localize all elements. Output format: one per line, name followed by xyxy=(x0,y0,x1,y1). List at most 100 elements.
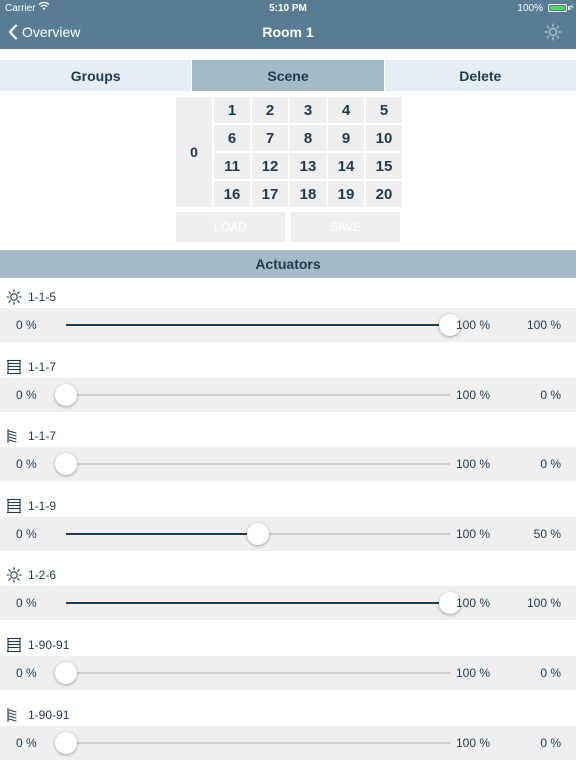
slider-track[interactable] xyxy=(55,383,450,406)
actuator-name: 1-90-91 xyxy=(28,638,70,652)
blind-icon xyxy=(6,498,22,514)
scene-button[interactable]: 14 xyxy=(328,153,364,179)
actuator-label: 1-1-7 xyxy=(6,427,56,445)
tab-delete[interactable]: Delete xyxy=(384,60,576,91)
save-button[interactable]: SAVE xyxy=(291,212,400,242)
actuator-item: 1-2-6 0 % 100 % 100 % xyxy=(0,558,576,628)
slat-icon xyxy=(6,428,22,444)
slider-max-label: 100 % xyxy=(456,457,491,472)
scene-button[interactable]: 15 xyxy=(366,153,402,179)
slider-thumb[interactable] xyxy=(55,731,77,754)
actuator-slider-row: 0 % 100 % 0 % xyxy=(0,725,576,760)
charging-icon: ⚡ xyxy=(568,2,575,12)
slider-max-label: 100 % xyxy=(456,526,491,541)
slider-min-label: 0 % xyxy=(16,596,37,611)
slider-value-label: 0 % xyxy=(540,735,561,750)
slider-track[interactable] xyxy=(55,453,450,476)
scene-button[interactable]: 19 xyxy=(328,181,364,207)
actuator-name: 1-2-6 xyxy=(28,568,57,583)
actuator-slider-row: 0 % 100 % 100 % xyxy=(0,308,576,342)
scene-button[interactable]: 1 xyxy=(214,97,250,123)
scene-button[interactable]: 11 xyxy=(214,153,250,179)
actuator-slider-row: 0 % 100 % 0 % xyxy=(0,377,576,412)
actuator-item: 1-1-9 0 % 100 % 50 % xyxy=(0,489,576,559)
slider-thumb[interactable] xyxy=(55,383,77,406)
scene-button[interactable]: 4 xyxy=(328,97,364,123)
scene-button[interactable]: 17 xyxy=(252,181,288,207)
scene-button[interactable]: 20 xyxy=(366,181,402,207)
actuator-name: 1-1-9 xyxy=(28,498,57,513)
slider-max-label: 100 % xyxy=(456,596,491,611)
slider-max-label: 100 % xyxy=(456,735,491,750)
scene-button[interactable]: 7 xyxy=(252,125,288,151)
scene-button[interactable]: 2 xyxy=(252,97,288,123)
actuator-item: 1-1-5 0 % 100 % 100 % xyxy=(0,280,576,350)
slider-min-label: 0 % xyxy=(16,526,37,541)
brightness-icon[interactable] xyxy=(544,23,562,46)
actuator-label: 1-90-91 xyxy=(6,706,69,724)
status-bar: Carrier 5:10 PM 100% ⚡ xyxy=(0,0,576,16)
blind-icon xyxy=(6,637,22,653)
scene-button[interactable]: 13 xyxy=(290,153,326,179)
scene-button[interactable]: 12 xyxy=(252,153,288,179)
actuator-item: 1-1-7 0 % 100 % 0 % xyxy=(0,350,576,420)
actuator-label: 1-1-5 xyxy=(6,288,56,306)
sun-icon xyxy=(6,567,22,584)
tab-scene[interactable]: Scene xyxy=(192,60,385,91)
actuator-slider-row: 0 % 100 % 0 % xyxy=(0,447,576,482)
slider-value-label: 50 % xyxy=(533,526,561,541)
slider-value-label: 0 % xyxy=(540,387,561,402)
slider-value-label: 100 % xyxy=(526,318,561,332)
slider-min-label: 0 % xyxy=(16,457,37,472)
sun-icon xyxy=(6,289,22,305)
slider-track[interactable] xyxy=(66,592,461,615)
actuator-item: 1-90-91 0 % 100 % 0 % xyxy=(0,698,576,768)
battery-icon xyxy=(548,4,567,12)
battery-percentage: 100% xyxy=(517,3,543,14)
actuator-label: 1-90-91 xyxy=(6,636,69,654)
actuator-name: 1-90-91 xyxy=(28,707,70,722)
actuator-name: 1-1-7 xyxy=(28,429,57,444)
slider-min-label: 0 % xyxy=(16,387,37,402)
slider-thumb[interactable] xyxy=(55,453,77,476)
slider-fill xyxy=(66,532,258,535)
segment-tabs: Groups Scene Delete xyxy=(0,60,576,91)
scene-button[interactable]: 16 xyxy=(214,181,250,207)
slider-track[interactable] xyxy=(55,662,450,684)
slider-min-label: 0 % xyxy=(16,666,37,680)
slider-thumb[interactable] xyxy=(247,522,269,545)
load-button[interactable]: LOAD xyxy=(176,212,285,242)
slider-thumb[interactable] xyxy=(55,662,77,684)
scene-button[interactable]: 10 xyxy=(366,125,402,151)
slider-max-label: 100 % xyxy=(456,387,491,402)
tab-groups[interactable]: Groups xyxy=(0,60,193,91)
slider-fill xyxy=(66,324,450,326)
slider-fill xyxy=(66,602,450,605)
slider-track[interactable] xyxy=(55,731,450,754)
status-time: 5:10 PM xyxy=(269,3,307,14)
scene-button[interactable]: 3 xyxy=(290,97,326,123)
scene-button[interactable]: 18 xyxy=(290,181,326,207)
actuator-label: 1-2-6 xyxy=(6,566,56,584)
slider-track[interactable] xyxy=(66,314,461,336)
slider-min-label: 0 % xyxy=(16,735,37,750)
scene-button-0[interactable]: 0 xyxy=(176,97,212,207)
scene-button[interactable]: 5 xyxy=(366,97,402,123)
slider-track[interactable] xyxy=(66,522,450,545)
scene-button[interactable]: 9 xyxy=(328,125,364,151)
actuator-label: 1-1-7 xyxy=(6,358,56,376)
actuator-slider-row: 0 % 100 % 100 % xyxy=(0,586,576,621)
page-title: Room 1 xyxy=(262,24,314,40)
actuator-label: 1-1-9 xyxy=(6,497,56,515)
actuator-name: 1-1-5 xyxy=(28,290,57,304)
scene-button[interactable]: 6 xyxy=(214,125,250,151)
slider-min-label: 0 % xyxy=(16,318,37,332)
scene-button[interactable]: 8 xyxy=(290,125,326,151)
actuator-item: 1-90-91 0 % 100 % 0 % xyxy=(0,628,576,698)
actuator-item: 1-1-7 0 % 100 % 0 % xyxy=(0,419,576,489)
slider-value-label: 0 % xyxy=(540,457,561,472)
slider-max-label: 100 % xyxy=(456,318,491,332)
blind-icon xyxy=(6,359,22,375)
slider-value-label: 100 % xyxy=(526,596,561,611)
slat-icon xyxy=(6,707,22,723)
